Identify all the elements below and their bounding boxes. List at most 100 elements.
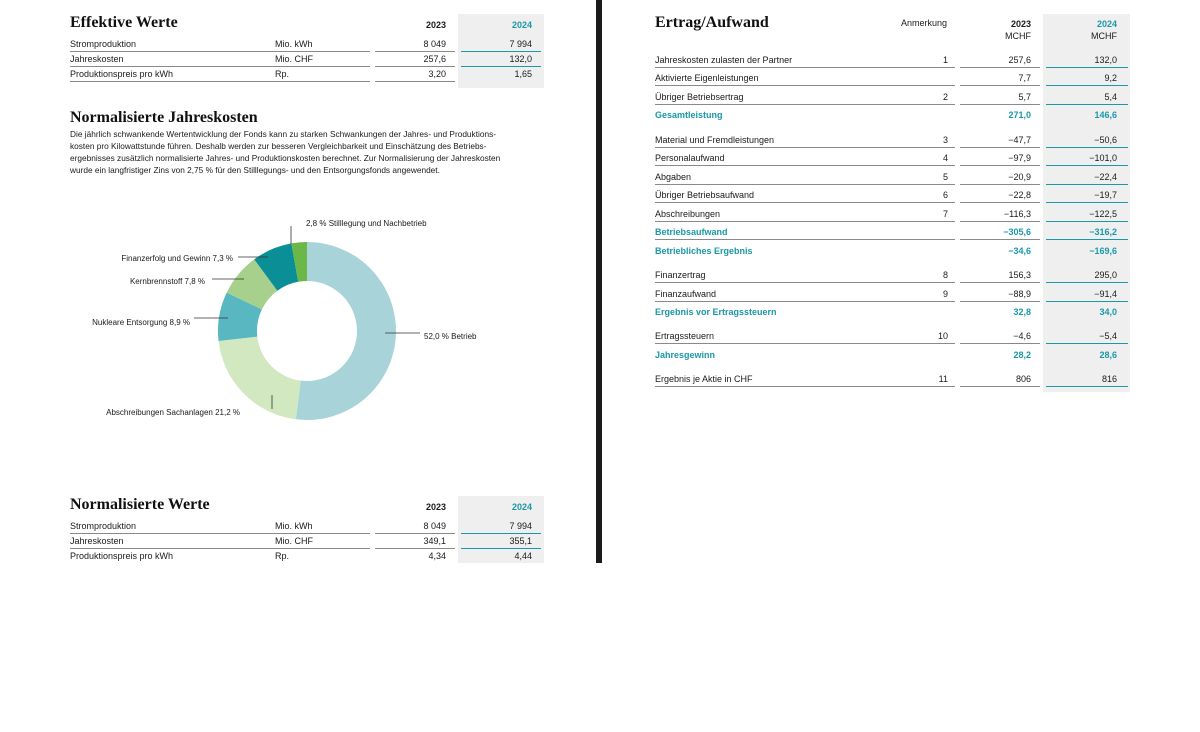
row-value-2024: −50,6 [1094,135,1117,145]
row-value-2024: −91,4 [1094,289,1117,299]
paragraph-line: ergebnisses zusätzlich normalisierte Jah… [70,153,501,163]
row-divider [655,165,955,166]
row-note: 1 [942,55,948,65]
row-divider [375,81,455,82]
row-divider [960,386,1040,387]
section-title-ertrag-aufwand: Ertrag/Aufwand [655,14,769,31]
row-divider [655,221,955,222]
row-value-2024: −5,4 [1099,331,1117,341]
row-value-2024: −22,4 [1094,172,1117,182]
row-note: 3 [942,135,948,145]
row-value-2024: −122,5 [1089,209,1117,219]
slice-percentage: 2,8 % [306,219,326,228]
row-divider [655,184,955,185]
row-label: Stromproduktion [70,521,137,531]
slice-percentage: 7,8 % [185,277,205,286]
row-value-2024: 816 [1101,374,1117,384]
row-divider [655,85,955,86]
row-unit: Mio. CHF [275,536,313,546]
row-label: Betriebliches Ergebnis [655,246,753,256]
row-label: Jahreskosten [70,54,124,64]
column-unit-2024: MCHF [1091,31,1117,41]
row-divider-highlight [1046,165,1128,166]
row-divider [655,301,955,302]
row-divider [655,239,955,240]
paragraph-line: wurde ein langfristiger Zins von 2,75 % … [70,165,440,175]
slice-percentage: 21,2 % [215,408,240,417]
row-value-2024: −101,0 [1089,153,1117,163]
row-value-2023: −97,9 [1008,153,1031,163]
row-label: Finanzaufwand [655,289,717,299]
row-divider [960,147,1040,148]
row-divider [960,221,1040,222]
row-divider [960,184,1040,185]
slice-name: Betrieb [451,332,477,341]
slice-label: Finanzerfolg und Gewinn 7,3 % [121,254,233,263]
column-header-2024: 2024 [1096,19,1117,29]
row-divider [960,301,1040,302]
row-value-2023: 5,7 [1018,92,1031,102]
row-label: Ergebnis je Aktie in CHF [655,374,753,384]
row-divider [655,343,955,344]
paragraph-line: Die jährlich schwankende Wertentwicklung… [70,129,496,139]
row-label: Gesamtleistung [655,110,723,120]
row-divider-highlight [1046,343,1128,344]
slice-name: Stilllegung und Nachbetrieb [329,219,427,228]
row-value-2024: 132,0 [1094,55,1117,65]
row-divider [375,548,455,549]
slice-label: 2,8 % Stilllegung und Nachbetrieb [306,219,427,228]
row-divider [960,67,1040,68]
row-divider [960,202,1040,203]
row-value-2024: 7 994 [509,39,532,49]
row-label: Produktionspreis pro kWh [70,69,174,79]
row-note: 11 [938,374,948,384]
row-value-2023: 8 049 [423,39,446,49]
row-divider [655,147,955,148]
row-divider-highlight [1046,386,1128,387]
slice-percentage: 7,3 % [213,254,233,263]
row-divider [655,104,955,105]
cost-breakdown-donut-chart: 52,0 % Betrieb Abschreibungen Sachanlagen… [92,219,477,420]
row-value-2023: 257,6 [1008,55,1031,65]
row-label: Ergebnis vor Ertragssteuern [655,307,777,317]
column-header-2024: 2024 [511,20,532,30]
slice-label: Kernbrennstoff 7,8 % [130,277,205,286]
row-value-2023: 257,6 [423,54,446,64]
column-unit-2023: MCHF [1005,31,1031,41]
row-divider [70,51,370,52]
explanation-paragraph: Die jährlich schwankende Wertentwicklung… [70,128,546,176]
row-divider-highlight [1046,282,1128,283]
slice-name: Abschreibungen Sachanlagen [106,408,213,417]
row-value-2024: 4,44 [514,551,532,561]
paragraph-line: kosten pro Kilowattstunde führen. Deshal… [70,141,487,151]
row-value-2024: −169,6 [1089,246,1117,256]
row-divider [655,67,955,68]
donut-slice-2 [218,336,301,420]
report-page: Effektive Werte 2023 2024 Stromproduktio… [0,0,1200,732]
row-value-2024: 355,1 [509,536,532,546]
row-label: Produktionspreis pro kWh [70,551,174,561]
row-value-2023: 349,1 [423,536,446,546]
row-label: Abgaben [655,172,692,182]
row-value-2023: 8 049 [423,521,446,531]
row-value-2023: −88,9 [1008,289,1031,299]
row-value-2024: −19,7 [1094,190,1117,200]
row-value-2024: 1,65 [514,69,532,79]
row-note: 6 [942,190,948,200]
row-divider-highlight [1046,202,1128,203]
row-value-2024: −316,2 [1089,227,1117,237]
row-divider [70,66,370,67]
row-divider-highlight [1046,221,1128,222]
row-label: Jahreskosten [70,536,124,546]
row-value-2023: 3,20 [428,69,446,79]
row-value-2023: 156,3 [1008,270,1031,280]
row-value-2024: 34,0 [1099,307,1117,317]
row-value-2024: 28,6 [1099,350,1117,360]
row-value-2023: −34,6 [1008,246,1031,256]
row-label: Material und Fremdleistungen [655,135,775,145]
row-divider-highlight [1046,184,1128,185]
row-value-2024: 146,6 [1094,110,1117,120]
row-unit: Rp. [275,551,290,561]
column-header-anmerkung: Anmerkung [901,18,948,28]
row-divider [655,202,955,203]
